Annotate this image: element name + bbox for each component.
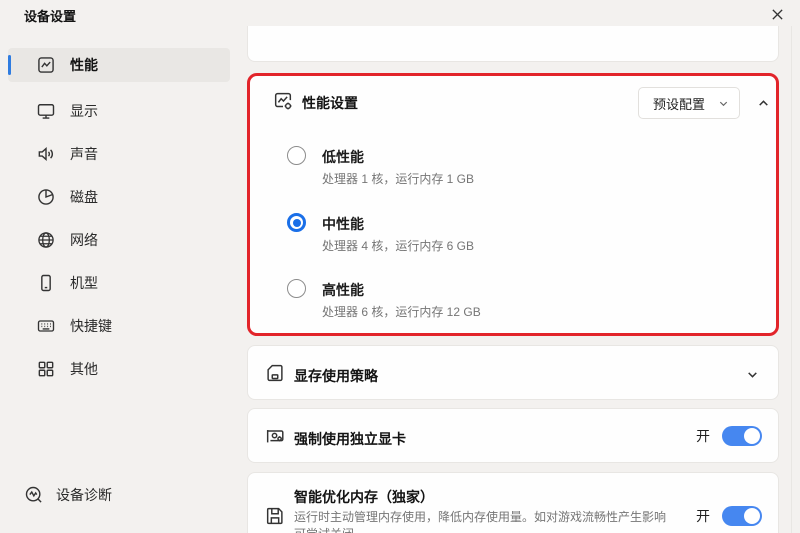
radio-option-desc: 处理器 1 核，运行内存 1 GB (322, 170, 474, 187)
card-title: 性能设置 (302, 93, 358, 113)
sidebar-item-label: 其他 (70, 359, 98, 379)
card-title: 智能优化内存（独家） (294, 487, 434, 507)
toggle-knob (744, 428, 760, 444)
card-performance-settings: 性能设置 预设配置 低性能 处理器 1 核，运行内存 1 GB 中性能 处理器 … (247, 73, 779, 336)
sidebar-item-disk[interactable]: 磁盘 (8, 180, 230, 214)
toggle-state-label: 开 (696, 426, 710, 446)
radio-option-label[interactable]: 低性能 (322, 147, 364, 167)
sidebar-item-label: 网络 (70, 230, 98, 250)
performance-chart-icon (36, 55, 56, 75)
performance-gear-icon (272, 90, 294, 112)
collapse-section-button[interactable] (751, 91, 775, 115)
sidebar-item-label: 显示 (70, 101, 98, 121)
active-indicator (8, 55, 11, 75)
sidebar-item-label: 快捷键 (70, 316, 112, 336)
memory-floppy-icon (264, 505, 286, 527)
settings-scroll-area[interactable]: 卡顿为正常现象。 性能设置 预设配置 低性能 处理器 1 核，运行内存 1 GB (247, 26, 780, 533)
card-force-discrete-gpu: 强制使用独立显卡 开 (247, 408, 779, 463)
card-smart-memory: 智能优化内存（独家） 运行时主动管理内存使用，降低内存使用量。如对游戏流畅性产生… (247, 472, 779, 533)
card-title: 显存使用策略 (294, 366, 378, 386)
chevron-up-icon (757, 97, 770, 110)
window-title: 设备设置 (24, 6, 76, 25)
card-partial-top: 卡顿为正常现象。 (247, 26, 779, 62)
radio-option-label[interactable]: 高性能 (322, 280, 364, 300)
close-button[interactable] (764, 2, 790, 26)
radio-low-performance[interactable] (287, 146, 306, 165)
radio-option-label[interactable]: 中性能 (322, 214, 364, 234)
sidebar-item-label: 声音 (70, 144, 98, 164)
radio-option-desc: 处理器 6 核，运行内存 12 GB (322, 303, 481, 320)
others-grid-icon (36, 359, 56, 379)
sidebar-item-device-model[interactable]: 机型 (8, 266, 230, 300)
hotkeys-keyboard-icon (36, 316, 56, 336)
radio-high-performance[interactable] (287, 279, 306, 298)
disk-pie-icon (36, 187, 56, 207)
sidebar-item-network[interactable]: 网络 (8, 223, 230, 257)
sidebar-item-diagnostics[interactable]: 设备诊断 (8, 478, 230, 512)
radio-option-desc: 处理器 4 核，运行内存 6 GB (322, 237, 474, 254)
audio-icon (36, 144, 56, 164)
preset-config-label: 预设配置 (653, 94, 705, 113)
network-globe-icon (36, 230, 56, 250)
chevron-down-icon (746, 368, 759, 381)
sidebar-item-display[interactable]: 显示 (8, 94, 230, 128)
display-icon (36, 101, 56, 121)
memory-toggle-group: 开 (696, 506, 762, 526)
device-model-icon (36, 273, 56, 293)
scrollbar-track[interactable] (791, 26, 792, 533)
sidebar-item-others[interactable]: 其他 (8, 352, 230, 386)
vram-card-icon (264, 362, 286, 384)
titlebar: 设备设置 (0, 0, 800, 26)
gpu-toggle-switch[interactable] (722, 426, 762, 446)
card-description: 运行时主动管理内存使用，降低内存使用量。如对游戏流畅性产生影响可尝试关闭。 (294, 509, 676, 533)
toggle-state-label: 开 (696, 506, 710, 526)
expand-section-button[interactable] (740, 362, 764, 386)
close-icon (771, 8, 784, 21)
gpu-toggle-group: 开 (696, 426, 762, 446)
sidebar-item-audio[interactable]: 声音 (8, 137, 230, 171)
radio-medium-performance[interactable] (287, 213, 306, 232)
memory-toggle-switch[interactable] (722, 506, 762, 526)
sidebar-item-performance[interactable]: 性能 (8, 48, 230, 82)
sidebar-item-hotkeys[interactable]: 快捷键 (8, 309, 230, 343)
sidebar-item-label: 性能 (70, 55, 98, 75)
sidebar-item-label: 设备诊断 (56, 485, 112, 505)
gpu-card-icon (264, 425, 286, 447)
chevron-down-icon (718, 98, 729, 109)
diagnostics-pulse-icon (24, 485, 44, 505)
toggle-knob (744, 508, 760, 524)
card-vram-strategy[interactable]: 显存使用策略 (247, 345, 779, 400)
sidebar-item-label: 磁盘 (70, 187, 98, 207)
sidebar-item-label: 机型 (70, 273, 98, 293)
card-title: 强制使用独立显卡 (294, 429, 406, 449)
preset-config-dropdown[interactable]: 预设配置 (638, 87, 740, 119)
